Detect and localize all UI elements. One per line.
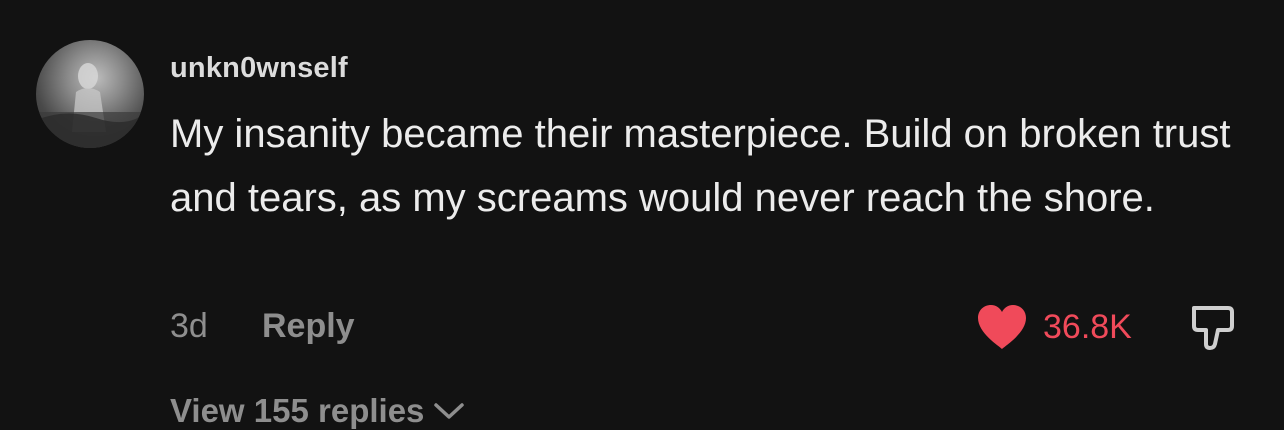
view-replies-button[interactable]: View 155 replies bbox=[170, 392, 466, 430]
heart-icon[interactable] bbox=[975, 303, 1029, 351]
like-button[interactable]: 36.8K bbox=[975, 303, 1132, 351]
chevron-down-icon bbox=[434, 403, 465, 419]
thumbs-down-icon[interactable] bbox=[1184, 300, 1240, 356]
reply-button[interactable]: Reply bbox=[262, 307, 355, 346]
username[interactable]: unkn0wnself bbox=[170, 52, 348, 85]
comment-item: unkn0wnself My insanity became their mas… bbox=[0, 0, 1284, 430]
avatar[interactable] bbox=[36, 40, 144, 148]
comment-text: My insanity became their masterpiece. Bu… bbox=[170, 112, 1231, 220]
avatar-image bbox=[36, 63, 144, 148]
like-count: 36.8K bbox=[1043, 307, 1132, 346]
view-replies-label: View 155 replies bbox=[170, 392, 425, 429]
comment-age: 3d bbox=[170, 307, 208, 345]
